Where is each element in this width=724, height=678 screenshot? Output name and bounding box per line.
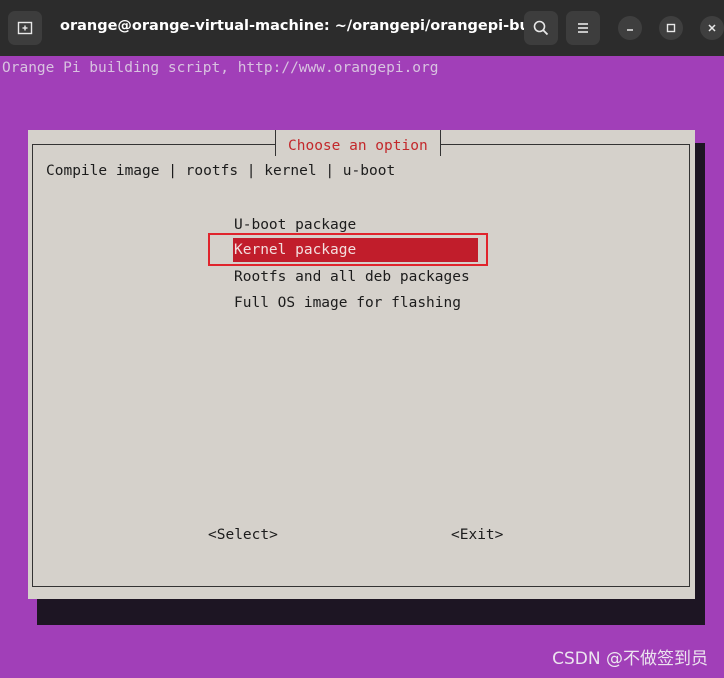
csdn-watermark: CSDN @不做签到员	[552, 649, 708, 669]
maximize-icon	[666, 23, 676, 33]
select-button[interactable]: <Select>	[208, 527, 278, 543]
search-icon	[533, 20, 549, 36]
close-button[interactable]	[700, 16, 724, 40]
new-tab-button[interactable]	[8, 11, 42, 45]
search-button[interactable]	[524, 11, 558, 45]
window-titlebar: orange@orange-virtual-machine: ~/orangep…	[0, 0, 724, 56]
menu-item-rootfs-packages[interactable]: Rootfs and all deb packages	[234, 265, 470, 289]
dialog-title: Choose an option	[275, 130, 441, 156]
new-tab-icon	[17, 21, 33, 35]
menu-item-full-os-image[interactable]: Full OS image for flashing	[234, 291, 461, 315]
dialog-frame	[32, 144, 690, 587]
minimize-icon	[627, 29, 633, 31]
option-dialog: Choose an option Compile image | rootfs …	[28, 130, 695, 599]
close-icon	[708, 24, 716, 32]
window-title: orange@orange-virtual-machine: ~/orangep…	[60, 18, 551, 34]
menu-button[interactable]	[566, 11, 600, 45]
exit-button[interactable]: <Exit>	[451, 527, 503, 543]
hamburger-menu-icon	[578, 23, 588, 33]
minimize-button[interactable]	[618, 16, 642, 40]
dialog-prompt: Compile image | rootfs | kernel | u-boot	[46, 163, 396, 179]
selection-highlight-box	[208, 233, 488, 266]
terminal-header-line: Orange Pi building script, http://www.or…	[2, 60, 439, 76]
maximize-button[interactable]	[659, 16, 683, 40]
